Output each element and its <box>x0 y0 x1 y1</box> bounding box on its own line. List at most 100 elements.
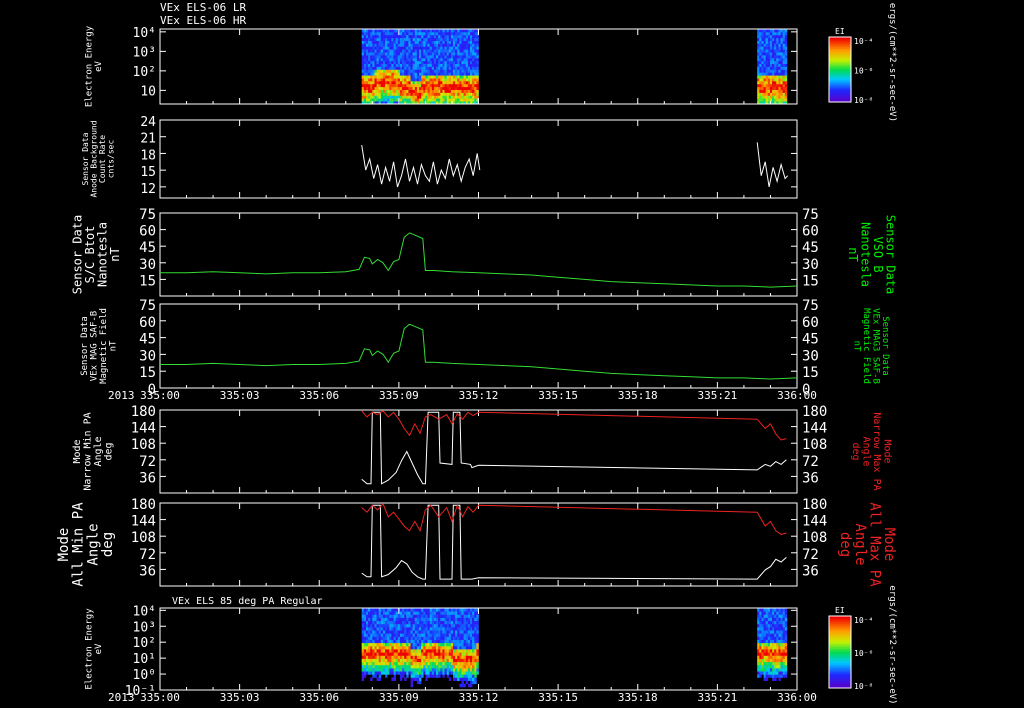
spectrogram-cell <box>431 52 435 56</box>
spectrogram-cell <box>774 608 777 612</box>
spectrogram-cell <box>414 63 418 67</box>
spectrogram-cell <box>389 83 392 88</box>
spectrogram-cell <box>763 86 766 90</box>
spectrogram-cell <box>391 86 394 90</box>
spectrogram-cell <box>453 642 456 647</box>
spectrogram-cell <box>397 49 401 53</box>
spectrogram-cell <box>433 617 437 622</box>
spectrogram-cell <box>780 645 783 650</box>
spectrogram-cell <box>427 667 430 672</box>
spectrogram-cell <box>421 623 424 628</box>
spectrogram-cell <box>765 645 769 650</box>
spectrogram-cell <box>776 639 779 644</box>
spectrogram-cell <box>767 620 771 625</box>
spectrogram-cell <box>419 66 422 70</box>
spectrogram-cell <box>387 652 390 656</box>
spectrogram-cell <box>780 52 783 56</box>
spectrogram-cell <box>393 674 396 678</box>
spectrogram-cell <box>414 55 418 59</box>
y-tick-label-right: 108 <box>802 437 827 453</box>
spectrogram-cell <box>780 92 783 96</box>
spectrogram-cell <box>463 671 466 675</box>
spectrogram-cell <box>366 630 369 634</box>
spectrogram-cell <box>383 80 386 85</box>
spectrogram-cell <box>368 92 371 96</box>
spectrogram-cell <box>368 52 371 56</box>
y-tick-label-right: 108 <box>802 530 827 546</box>
spectrogram-cell <box>438 80 441 85</box>
spectrogram-cell <box>450 37 454 41</box>
spectrogram-cell <box>467 86 471 90</box>
spectrogram-cell <box>757 633 760 637</box>
spectrogram-cell <box>470 639 473 644</box>
spectrogram-cell <box>450 69 454 73</box>
spectrogram-cell <box>465 667 469 672</box>
spectrogram-cell <box>436 80 439 85</box>
spectrogram-cell <box>380 642 384 647</box>
spectrogram-cell <box>380 89 384 93</box>
spectrogram-cell <box>406 60 409 64</box>
spectrogram-cell <box>780 66 783 70</box>
spectrogram-cell <box>431 86 435 90</box>
spectrogram-cell <box>442 652 445 656</box>
spectrogram-cell <box>393 642 396 647</box>
spectrogram-cell <box>361 55 365 59</box>
spectrogram-cell <box>383 671 386 675</box>
spectrogram-cell <box>402 671 405 675</box>
spectrogram-cell <box>467 655 471 659</box>
spectrogram-cell <box>427 72 430 76</box>
spectrogram-cell <box>406 614 409 618</box>
spectrogram-cell <box>457 642 460 647</box>
spectrogram-cell <box>402 43 405 47</box>
spectrogram-cell <box>461 66 464 70</box>
spectrogram-cell <box>465 680 469 685</box>
spectrogram-cell <box>410 623 413 628</box>
spectrogram-cell <box>433 620 437 625</box>
spectrogram-cell <box>393 55 396 59</box>
spectrogram-cell <box>774 60 777 64</box>
spectrogram-cell <box>444 75 447 79</box>
spectrogram-cell <box>406 645 409 650</box>
spectrogram-cell <box>399 80 403 85</box>
spectrogram-cell <box>446 664 450 669</box>
spectrogram-cell <box>395 72 399 76</box>
spectrogram-cell <box>429 611 433 615</box>
spectrogram-cell <box>769 69 773 73</box>
spectrogram-cell <box>463 649 466 653</box>
spectrogram-cell <box>767 617 771 622</box>
spectrogram-cell <box>757 83 760 88</box>
spectrogram-cell <box>448 623 452 628</box>
spectrogram-cell <box>470 55 473 59</box>
spectrogram-cell <box>412 37 416 41</box>
spectrogram-cell <box>436 608 439 612</box>
spectrogram-cell <box>453 52 456 56</box>
spectrogram-cell <box>404 608 407 612</box>
spectrogram-cell <box>416 652 420 656</box>
spectrogram-cell <box>465 633 469 637</box>
spectrogram-cell <box>380 31 384 36</box>
spectrogram-cell <box>431 49 435 53</box>
spectrogram-cell <box>463 639 466 644</box>
spectrogram-cell <box>406 639 409 644</box>
spectrogram-cell <box>440 608 443 612</box>
spectrogram-cell <box>442 89 445 93</box>
spectrogram-cell <box>446 636 450 640</box>
spectrogram-cell <box>465 60 469 64</box>
spectrogram-cell <box>366 633 369 637</box>
spectrogram-cell <box>444 49 447 53</box>
spectrogram-cell <box>774 661 777 666</box>
spectrogram-cell <box>763 645 766 650</box>
spectrogram-cell <box>416 617 420 622</box>
x-tick-label: 335:03 <box>220 691 260 704</box>
spectrogram-cell <box>419 69 422 73</box>
spectrogram-cell <box>416 92 420 96</box>
spectrogram-cell <box>363 63 367 67</box>
spectrogram-cell <box>378 83 382 88</box>
spectrogram-cell <box>393 89 396 93</box>
spectrogram-cell <box>380 46 384 50</box>
spectrogram-cell <box>474 60 477 64</box>
spectrogram-cell <box>378 86 382 90</box>
spectrogram-cell <box>408 614 411 618</box>
spectrogram-cell <box>438 658 441 663</box>
spectrogram-cell <box>378 645 382 650</box>
